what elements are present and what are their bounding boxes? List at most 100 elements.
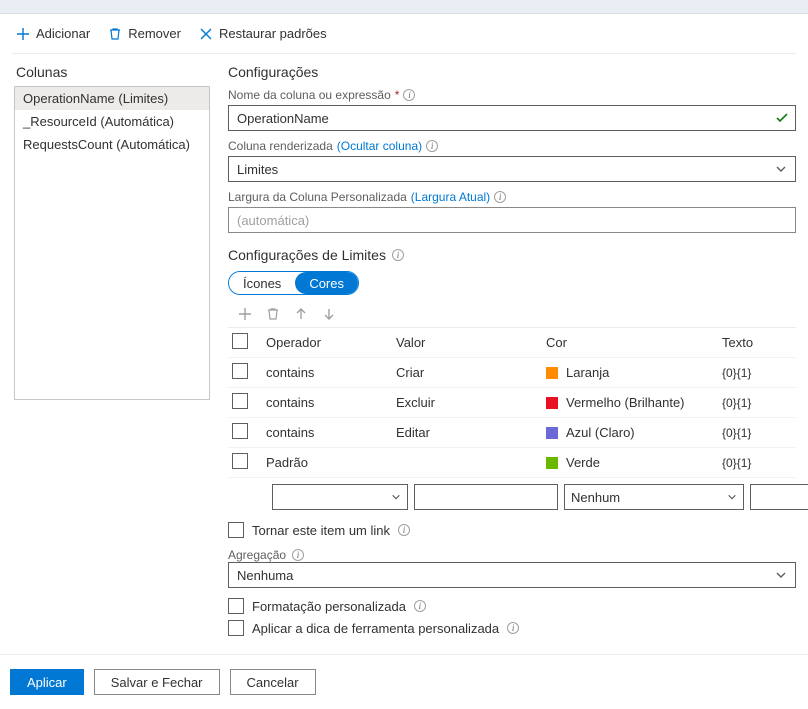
- toolbar: Adicionar Remover Restaurar padrões: [0, 14, 808, 53]
- threshold-new-row: Nenhum: [228, 478, 796, 512]
- row-text: {0}{1}: [722, 456, 792, 470]
- add-label: Adicionar: [36, 26, 90, 41]
- thresholds-header: Operador Valor Cor Texto: [228, 328, 796, 358]
- new-operator-select[interactable]: [272, 484, 408, 510]
- row-text: {0}{1}: [722, 426, 792, 440]
- info-icon[interactable]: i: [414, 600, 426, 612]
- custom-format-label: Formatação personalizada: [252, 599, 406, 614]
- header-value: Valor: [396, 335, 546, 350]
- footer: Aplicar Salvar e Fechar Cancelar: [0, 655, 808, 709]
- chevron-down-icon: [727, 492, 737, 502]
- remove-label: Remover: [128, 26, 181, 41]
- delete-row-icon[interactable]: [266, 307, 280, 321]
- move-down-icon[interactable]: [322, 307, 336, 321]
- new-color-value: Nenhum: [571, 490, 620, 505]
- close-icon: [199, 27, 213, 41]
- threshold-row[interactable]: Padrão Verde {0}{1}: [228, 448, 796, 478]
- plus-icon: [16, 27, 30, 41]
- custom-width-input[interactable]: (automática): [228, 207, 796, 233]
- new-value-input[interactable]: [414, 484, 558, 510]
- row-text: {0}{1}: [722, 396, 792, 410]
- column-name-value: OperationName: [237, 111, 329, 126]
- restore-label: Restaurar padrões: [219, 26, 327, 41]
- add-row-icon[interactable]: [238, 307, 252, 321]
- thresholds-table: Operador Valor Cor Texto contains Criar …: [228, 327, 796, 512]
- hide-column-link[interactable]: (Ocultar coluna): [337, 139, 422, 153]
- remove-button[interactable]: Remover: [108, 26, 181, 41]
- chevron-down-icon: [775, 569, 787, 581]
- restore-defaults-button[interactable]: Restaurar padrões: [199, 26, 327, 41]
- info-icon[interactable]: i: [292, 549, 304, 561]
- check-icon: [775, 111, 789, 125]
- custom-tooltip-checkbox[interactable]: [228, 620, 244, 636]
- row-operator: contains: [266, 395, 396, 410]
- header-operator: Operador: [266, 335, 396, 350]
- chevron-down-icon: [391, 492, 401, 502]
- row-operator: Padrão: [266, 455, 396, 470]
- threshold-row-toolbar: [238, 307, 792, 321]
- column-item[interactable]: RequestsCount (Automática): [15, 133, 209, 156]
- threshold-row[interactable]: contains Criar Laranja {0}{1}: [228, 358, 796, 388]
- info-icon[interactable]: i: [507, 622, 519, 634]
- columns-list: OperationName (Limites) _ResourceId (Aut…: [14, 86, 210, 400]
- custom-format-checkbox[interactable]: [228, 598, 244, 614]
- columns-title: Colunas: [16, 64, 210, 80]
- aggregation-label: Agregação i: [228, 548, 796, 562]
- info-icon[interactable]: i: [392, 249, 404, 261]
- trash-icon: [108, 27, 122, 41]
- column-name-label: Nome da coluna ou expressão * i: [228, 88, 796, 102]
- info-icon[interactable]: i: [398, 524, 410, 536]
- aggregation-value: Nenhuma: [237, 568, 293, 583]
- row-color-label: Laranja: [566, 365, 609, 380]
- row-checkbox[interactable]: [232, 453, 248, 469]
- new-text-input[interactable]: [750, 484, 808, 510]
- color-swatch: [546, 427, 558, 439]
- info-icon[interactable]: i: [426, 140, 438, 152]
- segment-colors[interactable]: Cores: [295, 272, 358, 294]
- row-operator: contains: [266, 425, 396, 440]
- color-swatch: [546, 397, 558, 409]
- threshold-row[interactable]: contains Excluir Vermelho (Brilhante) {0…: [228, 388, 796, 418]
- window-top-strip: [0, 0, 808, 14]
- cancel-button[interactable]: Cancelar: [230, 669, 316, 695]
- renderer-value: Limites: [237, 162, 278, 177]
- row-checkbox[interactable]: [232, 393, 248, 409]
- row-checkbox[interactable]: [232, 363, 248, 379]
- current-width-link[interactable]: (Largura Atual): [411, 190, 490, 204]
- row-checkbox[interactable]: [232, 423, 248, 439]
- aggregation-select[interactable]: Nenhuma: [228, 562, 796, 588]
- add-button[interactable]: Adicionar: [16, 26, 90, 41]
- segment-icons[interactable]: Ícones: [229, 272, 295, 294]
- info-icon[interactable]: i: [403, 89, 415, 101]
- custom-tooltip-label: Aplicar a dica de ferramenta personaliza…: [252, 621, 499, 636]
- column-item[interactable]: OperationName (Limites): [15, 87, 209, 110]
- threshold-mode-segmented: Ícones Cores: [228, 271, 359, 295]
- make-link-checkbox[interactable]: [228, 522, 244, 538]
- info-icon[interactable]: i: [494, 191, 506, 203]
- threshold-row[interactable]: contains Editar Azul (Claro) {0}{1}: [228, 418, 796, 448]
- renderer-select[interactable]: Limites: [228, 156, 796, 182]
- header-text: Texto: [722, 335, 792, 350]
- row-color-label: Verde: [566, 455, 600, 470]
- row-color-label: Azul (Claro): [566, 425, 635, 440]
- threshold-settings-title: Configurações de Limites i: [228, 247, 796, 263]
- row-color-label: Vermelho (Brilhante): [566, 395, 685, 410]
- column-name-input[interactable]: OperationName: [228, 105, 796, 131]
- make-link-label: Tornar este item um link: [252, 523, 390, 538]
- apply-button[interactable]: Aplicar: [10, 669, 84, 695]
- save-close-button[interactable]: Salvar e Fechar: [94, 669, 220, 695]
- row-value: Editar: [396, 425, 546, 440]
- move-up-icon[interactable]: [294, 307, 308, 321]
- row-value: Criar: [396, 365, 546, 380]
- new-color-select[interactable]: Nenhum: [564, 484, 744, 510]
- color-swatch: [546, 367, 558, 379]
- color-swatch: [546, 457, 558, 469]
- settings-title: Configurações: [228, 64, 796, 80]
- row-text: {0}{1}: [722, 366, 792, 380]
- width-label: Largura da Coluna Personalizada (Largura…: [228, 190, 796, 204]
- row-operator: contains: [266, 365, 396, 380]
- column-item[interactable]: _ResourceId (Automática): [15, 110, 209, 133]
- select-all-checkbox[interactable]: [232, 333, 248, 349]
- row-value: Excluir: [396, 395, 546, 410]
- chevron-down-icon: [775, 163, 787, 175]
